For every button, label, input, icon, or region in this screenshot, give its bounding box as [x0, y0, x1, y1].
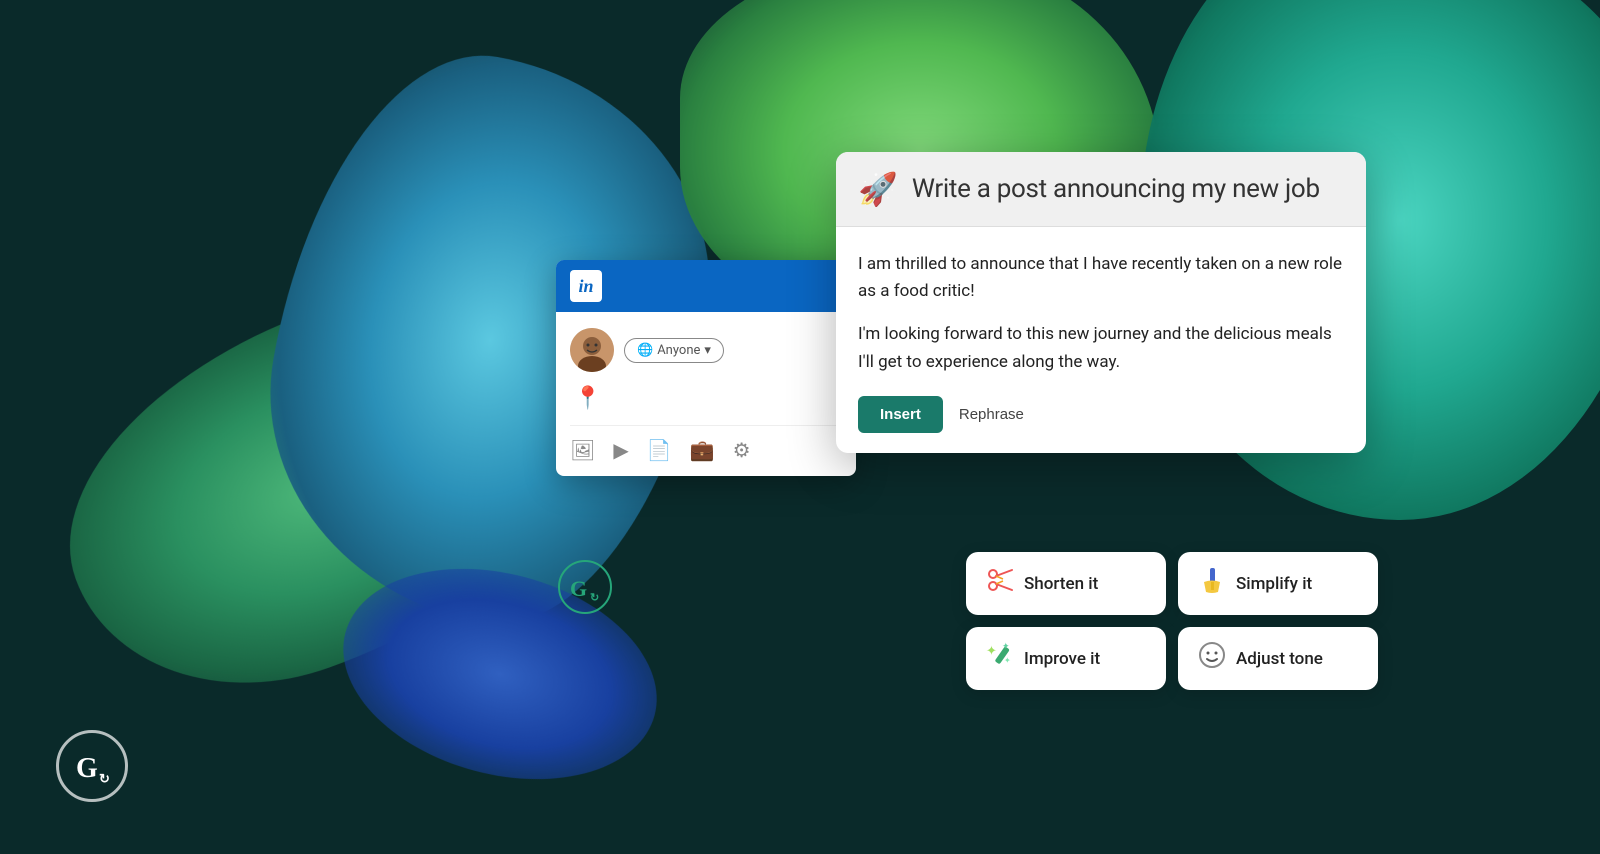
scissors-icon: [986, 566, 1014, 601]
adjust-tone-label: Adjust tone: [1236, 649, 1323, 669]
linkedin-logo: in: [570, 270, 602, 302]
ai-panel-body: I am thrilled to announce that I have re…: [836, 227, 1366, 453]
svg-text:✦: ✦: [986, 644, 997, 659]
image-icon[interactable]: 🖼: [570, 438, 595, 462]
grammarly-circle-g-icon: G ↻: [567, 569, 603, 605]
ai-panel-title: Write a post announcing my new job: [912, 174, 1320, 204]
linkedin-toolbar: 🖼 ▶ 📄 💼 ⚙: [570, 425, 842, 462]
linkedin-header: in: [556, 260, 856, 312]
avatar-image: [570, 328, 614, 372]
broom-icon: [1198, 566, 1226, 601]
improve-it-label: Improve it: [1024, 649, 1100, 669]
briefcase-icon[interactable]: 💼: [690, 438, 715, 462]
svg-text:✦: ✦: [1002, 642, 1010, 652]
svg-text:↻: ↻: [99, 771, 110, 786]
smiley-icon: [1198, 641, 1226, 676]
rephrase-button[interactable]: Rephrase: [959, 406, 1024, 423]
pin-icon: 📍: [574, 386, 601, 411]
ai-response-text: I am thrilled to announce that I have re…: [858, 251, 1344, 376]
linkedin-avatar: [570, 328, 614, 372]
ai-actions: Insert Rephrase: [858, 396, 1344, 433]
linkedin-pin-row: 📍: [570, 386, 842, 411]
audience-label: Anyone: [657, 343, 700, 358]
grammarly-g-logo-icon: G ↻: [71, 745, 113, 787]
svg-text:G: G: [570, 576, 587, 601]
sparkle-pencil-icon: ✦ ✦ ✦: [986, 641, 1014, 676]
simplify-it-label: Simplify it: [1236, 574, 1312, 594]
shorten-it-label: Shorten it: [1024, 574, 1098, 594]
adjust-tone-chip[interactable]: Adjust tone: [1178, 627, 1378, 690]
settings-icon[interactable]: ⚙: [733, 438, 751, 462]
grammarly-circle-icon: G ↻: [558, 560, 612, 614]
ai-response-paragraph-2: I'm looking forward to this new journey …: [858, 321, 1344, 375]
shorten-it-chip[interactable]: Shorten it: [966, 552, 1166, 615]
improve-it-chip[interactable]: ✦ ✦ ✦ Improve it: [966, 627, 1166, 690]
ai-assistant-panel: 🚀 Write a post announcing my new job I a…: [836, 152, 1366, 453]
ai-response-paragraph-1: I am thrilled to announce that I have re…: [858, 251, 1344, 305]
linkedin-logo-text: in: [578, 276, 593, 297]
ai-panel-header: 🚀 Write a post announcing my new job: [836, 152, 1366, 227]
dropdown-chevron-icon: ▾: [704, 343, 711, 358]
rocket-icon: 🚀: [858, 170, 898, 208]
linkedin-profile-row: 🌐 Anyone ▾: [570, 328, 842, 372]
suggestion-chips-container: Shorten it Simplify it ✦ ✦ ✦ Improve it: [966, 552, 1378, 690]
grammarly-logo-bottom: G ↻: [56, 730, 128, 802]
insert-button[interactable]: Insert: [858, 396, 943, 433]
svg-text:↻: ↻: [590, 592, 599, 604]
video-icon[interactable]: ▶: [613, 438, 628, 462]
svg-text:G: G: [76, 753, 98, 784]
document-icon[interactable]: 📄: [647, 438, 672, 462]
linkedin-body: 🌐 Anyone ▾ 📍 🖼 ▶ 📄 💼 ⚙: [556, 312, 856, 476]
linkedin-audience-button[interactable]: 🌐 Anyone ▾: [624, 338, 724, 363]
simplify-it-chip[interactable]: Simplify it: [1178, 552, 1378, 615]
globe-icon: 🌐: [637, 343, 653, 358]
linkedin-card: in 🌐 Anyone ▾: [556, 260, 856, 476]
svg-text:✦: ✦: [1004, 656, 1011, 665]
